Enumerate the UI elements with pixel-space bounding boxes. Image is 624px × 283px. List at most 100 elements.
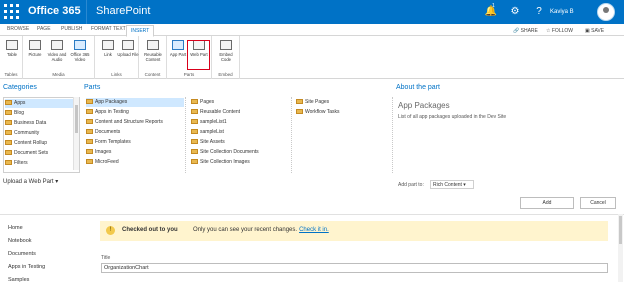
part-samplelist[interactable]: sampleList bbox=[191, 128, 224, 137]
sharepoint-app-title[interactable]: SharePoint bbox=[96, 5, 150, 17]
about-part-description: List of all app packages uploaded in the… bbox=[398, 114, 507, 120]
add-part-to-value: Rich Content bbox=[433, 182, 462, 188]
document-library-icon bbox=[86, 129, 93, 135]
picture-command[interactable]: Picture bbox=[24, 40, 46, 57]
category-apps[interactable]: Apps bbox=[5, 99, 73, 108]
category-label: Filters bbox=[14, 160, 28, 166]
table-icon bbox=[6, 40, 18, 50]
about-part-heading: About the part bbox=[396, 84, 440, 91]
page-divider bbox=[0, 214, 624, 215]
table-label: Table bbox=[6, 52, 17, 57]
user-avatar[interactable] bbox=[597, 3, 615, 21]
part-app-packages[interactable]: App Packages bbox=[86, 98, 184, 107]
picture-label: Picture bbox=[28, 52, 42, 57]
share-button[interactable]: 🔗 SHARE bbox=[513, 28, 538, 34]
part-microfeed[interactable]: MicroFeed bbox=[86, 158, 119, 167]
list-icon bbox=[86, 159, 93, 165]
about-part-title: App Packages bbox=[398, 101, 450, 110]
tab-page[interactable]: PAGE bbox=[37, 26, 51, 36]
part-reusable-content[interactable]: Reusable Content bbox=[191, 108, 240, 117]
checked-out-message: Only you can see your recent changes. Che… bbox=[193, 227, 329, 233]
category-filters[interactable]: Filters bbox=[5, 159, 28, 168]
part-site-pages[interactable]: Site Pages bbox=[296, 98, 329, 107]
upload-web-part-link[interactable]: Upload a Web Part ▾ bbox=[3, 178, 58, 185]
help-icon[interactable]: ? bbox=[527, 0, 551, 24]
left-nav-documents[interactable]: Documents bbox=[8, 251, 36, 257]
ribbon-tabs: BROWSE PAGE PUBLISH FORMAT TEXT INSERT 🔗… bbox=[0, 24, 624, 37]
reusable-content-command[interactable]: Reusable Content bbox=[142, 40, 164, 62]
media-group-label: Media bbox=[52, 72, 65, 77]
tab-publish[interactable]: PUBLISH bbox=[61, 26, 82, 36]
part-label: Pages bbox=[200, 99, 215, 105]
list-icon bbox=[191, 109, 198, 115]
about-column-divider bbox=[392, 97, 393, 173]
part-documents[interactable]: Documents bbox=[86, 128, 120, 137]
office-365-brand[interactable]: Office 365 bbox=[28, 5, 81, 17]
app-part-command[interactable]: App Part bbox=[167, 40, 189, 57]
user-name[interactable]: Kaviya B bbox=[550, 9, 574, 15]
tab-browse[interactable]: BROWSE bbox=[7, 26, 29, 36]
left-nav-home[interactable]: Home bbox=[8, 225, 23, 231]
left-nav-apps-in-testing[interactable]: Apps in Testing bbox=[8, 264, 45, 270]
folder-icon bbox=[5, 160, 12, 166]
embed-code-icon bbox=[220, 40, 232, 50]
web-part-highlight bbox=[187, 40, 210, 70]
suite-divider bbox=[86, 0, 87, 24]
part-workflow-tasks[interactable]: Workflow Tasks bbox=[296, 108, 340, 117]
category-label: Business Data bbox=[14, 120, 47, 126]
part-site-assets[interactable]: Site Assets bbox=[191, 138, 225, 147]
add-button[interactable]: Add bbox=[520, 197, 574, 209]
parts-group-label: Parts bbox=[183, 72, 195, 77]
left-nav-notebook[interactable]: Notebook bbox=[8, 238, 32, 244]
tab-format-text[interactable]: FORMAT TEXT bbox=[91, 26, 126, 36]
page-scrollbar[interactable] bbox=[618, 214, 623, 282]
category-document-sets[interactable]: Document Sets bbox=[5, 149, 48, 158]
part-label: Workflow Tasks bbox=[305, 109, 340, 115]
folder-icon bbox=[5, 150, 12, 156]
follow-button[interactable]: ☆ FOLLOW bbox=[546, 28, 573, 34]
cancel-button[interactable]: Cancel bbox=[580, 197, 616, 209]
category-business-data[interactable]: Business Data bbox=[5, 119, 46, 128]
table-command[interactable]: Table bbox=[1, 40, 23, 57]
category-community[interactable]: Community bbox=[5, 129, 39, 138]
reusable-content-icon bbox=[147, 40, 159, 50]
save-button[interactable]: ▣ SAVE bbox=[585, 28, 604, 34]
tables-group-label: Tables bbox=[4, 72, 18, 77]
category-label: Content Rollup bbox=[14, 140, 48, 146]
category-label: Apps bbox=[14, 100, 26, 106]
part-samplelist1[interactable]: sampleList1 bbox=[191, 118, 227, 127]
part-site-collection-documents[interactable]: Site Collection Documents bbox=[191, 148, 259, 157]
left-nav-samples[interactable]: Samples bbox=[8, 277, 29, 283]
picture-icon bbox=[29, 40, 41, 50]
app-part-icon bbox=[172, 40, 184, 50]
video-audio-command[interactable]: Video and Audio bbox=[46, 40, 68, 62]
page-library-icon bbox=[191, 99, 198, 105]
app-part-label: App Part bbox=[169, 52, 187, 57]
embed-group: Embed Code Embed bbox=[212, 36, 240, 79]
add-part-to-select[interactable]: Rich Content ▾ bbox=[430, 180, 474, 189]
app-launcher-icon[interactable] bbox=[4, 4, 20, 20]
notification-count: 1 bbox=[492, 3, 495, 9]
notification-icon[interactable]: 🔔 1 bbox=[479, 0, 503, 24]
categories-scrollbar[interactable] bbox=[73, 97, 79, 170]
app-package-icon bbox=[86, 99, 93, 105]
part-label: Site Assets bbox=[200, 139, 225, 145]
title-input[interactable]: OrganizationChart bbox=[101, 263, 608, 273]
link-command[interactable]: Link bbox=[97, 40, 119, 57]
category-blog[interactable]: Blog bbox=[5, 109, 24, 118]
upload-file-command[interactable]: Upload File bbox=[117, 40, 139, 57]
part-pages[interactable]: Pages bbox=[191, 98, 214, 107]
part-site-collection-images[interactable]: Site Collection Images bbox=[191, 158, 250, 167]
embed-code-command[interactable]: Embed Code bbox=[215, 40, 237, 62]
part-form-templates[interactable]: Form Templates bbox=[86, 138, 131, 147]
folder-icon bbox=[5, 140, 12, 146]
settings-icon[interactable]: ⚙ bbox=[503, 0, 527, 24]
link-label: Link bbox=[104, 52, 112, 57]
check-in-link[interactable]: Check it in. bbox=[299, 227, 329, 233]
office-video-command[interactable]: Office 365 Video bbox=[69, 40, 91, 62]
part-apps-in-testing[interactable]: Apps in Testing bbox=[86, 108, 129, 117]
part-images[interactable]: Images bbox=[86, 148, 111, 157]
part-content-structure-reports[interactable]: Content and Structure Reports bbox=[86, 118, 163, 127]
category-content-rollup[interactable]: Content Rollup bbox=[5, 139, 47, 148]
add-part-to-label: Add part to: bbox=[398, 182, 424, 188]
